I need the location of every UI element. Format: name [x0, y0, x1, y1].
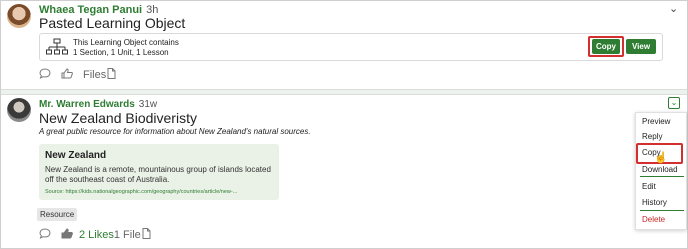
hierarchy-icon — [46, 38, 68, 55]
menu-item-history[interactable]: History — [642, 198, 667, 207]
avatar[interactable] — [7, 98, 31, 122]
menu-item-download[interactable]: Download — [642, 165, 678, 174]
learning-object-card: This Learning Object contains 1 Section,… — [39, 33, 663, 61]
resource-source[interactable]: Source: https://kids.nationalgeographic.… — [45, 189, 237, 195]
avatar[interactable] — [7, 4, 31, 28]
post-divider — [1, 89, 687, 95]
post-timestamp: 31w — [138, 99, 158, 110]
menu-item-delete[interactable]: Delete — [642, 215, 665, 224]
copy-button[interactable]: Copy — [592, 39, 620, 54]
activity-feed: Whaea Tegan Panui 3h Pasted Learning Obje… — [0, 0, 688, 249]
menu-divider — [640, 210, 684, 211]
menu-divider — [640, 176, 684, 177]
comment-icon[interactable] — [39, 228, 51, 242]
pointer-cursor-icon: ☝ — [654, 152, 668, 164]
resource-link-card[interactable]: New Zealand New Zealand is a remote, mou… — [39, 144, 279, 200]
thumbs-up-icon[interactable] — [61, 68, 73, 82]
learning-object-line2: 1 Section, 1 Unit, 1 Lesson — [73, 48, 169, 57]
author-name[interactable]: Mr. Warren Edwards — [39, 99, 135, 110]
view-button[interactable]: View — [626, 39, 656, 54]
thumbs-up-icon[interactable] — [61, 228, 73, 242]
post-title: Pasted Learning Object — [39, 15, 186, 31]
post-options-menu: Preview Reply Copy Download Edit History… — [635, 112, 687, 230]
comment-icon[interactable] — [39, 68, 51, 82]
post-author: Mr. Warren Edwards 31w — [39, 99, 157, 110]
chevron-down-icon[interactable]: ⌄ — [668, 97, 680, 109]
files-link[interactable]: 1 File — [114, 229, 141, 241]
files-link[interactable]: Files — [83, 69, 106, 81]
chevron-down-icon[interactable]: ⌄ — [669, 4, 678, 15]
post-actions: Files — [39, 68, 116, 82]
menu-item-reply[interactable]: Reply — [642, 132, 662, 141]
learning-object-line1: This Learning Object contains — [73, 38, 179, 47]
post-title: New Zealand Biodiveristy — [39, 110, 197, 126]
menu-item-edit[interactable]: Edit — [642, 182, 656, 191]
resource-tag: Resource — [37, 208, 78, 221]
post-description: A great public resource for information … — [39, 127, 311, 136]
post-pasted-learning-object: Whaea Tegan Panui 3h Pasted Learning Obje… — [1, 1, 687, 89]
resource-title: New Zealand — [45, 150, 107, 161]
menu-item-preview[interactable]: Preview — [642, 117, 670, 126]
resource-description: New Zealand is a remote, mountainous gro… — [45, 165, 271, 184]
learning-object-summary: This Learning Object contains 1 Section,… — [73, 38, 179, 58]
likes-count[interactable]: 2 Likes — [79, 229, 114, 241]
post-actions: 2 Likes 1 File — [39, 228, 151, 242]
file-icon[interactable] — [142, 228, 151, 242]
file-icon[interactable] — [107, 68, 116, 82]
